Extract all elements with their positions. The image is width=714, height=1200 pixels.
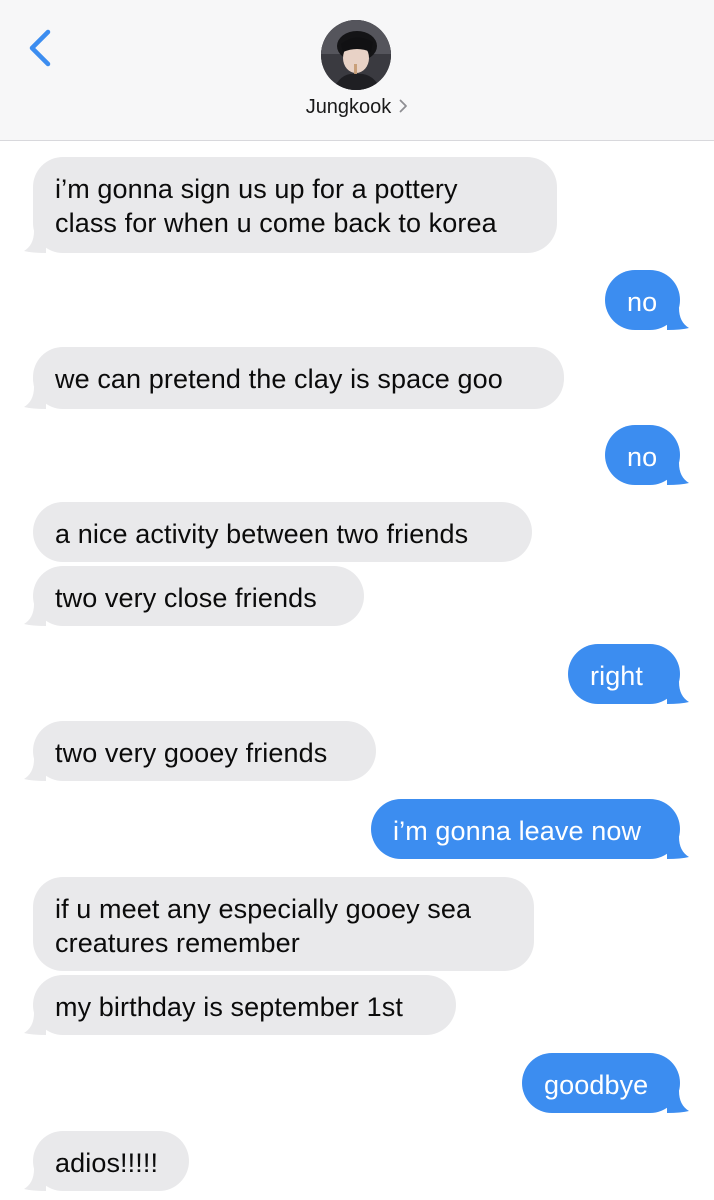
message-bubble-outgoing[interactable]: right: [568, 644, 689, 704]
message-text-line: creatures remember: [55, 928, 300, 958]
bubble-tail: [667, 463, 689, 485]
message-bubble-incoming[interactable]: adios!!!!!: [24, 1131, 189, 1191]
message-bubble-incoming[interactable]: my birthday is september 1st: [24, 975, 456, 1035]
message-text-line: we can pretend the clay is space goo: [55, 364, 503, 394]
message-bubble-incoming[interactable]: two very gooey friends: [24, 721, 376, 781]
message-bubble-incoming[interactable]: i’m gonna sign us up for a pottery class…: [24, 157, 557, 253]
message-text-line: if u meet any especially gooey sea: [55, 894, 472, 924]
message-text-line: class for when u come back to korea: [55, 208, 497, 238]
message-text-line: goodbye: [544, 1070, 649, 1100]
contact-name: Jungkook: [305, 96, 392, 118]
message-text-line: right: [590, 661, 644, 691]
contact-name-button[interactable]: Jungkook: [0, 96, 714, 119]
bubble-tail: [24, 1013, 46, 1035]
message-bubble-outgoing[interactable]: goodbye: [522, 1053, 689, 1113]
bubble-tail: [24, 387, 46, 409]
bubble-tail: [667, 1091, 689, 1113]
chevron-left-icon: [29, 29, 51, 67]
message-text-line: no: [627, 442, 658, 472]
contact-avatar[interactable]: [321, 20, 391, 90]
message-text-line: no: [627, 287, 658, 317]
back-button[interactable]: [22, 26, 62, 70]
message-text-line: two very gooey friends: [55, 738, 328, 768]
message-bubble-incoming[interactable]: we can pretend the clay is space goo: [24, 347, 564, 409]
message-text-line: a nice activity between two friends: [55, 519, 469, 549]
bubble-tail: [24, 231, 46, 253]
message-bubble-incoming[interactable]: a nice activity between two friends: [33, 502, 532, 562]
message-text-line: i’m gonna leave now: [393, 816, 642, 846]
message-text-line: two very close friends: [55, 583, 317, 613]
bubble-tail: [667, 837, 689, 859]
conversation-header: Jungkook: [0, 0, 714, 141]
bubble-tail: [24, 1169, 46, 1191]
bubble-tail: [667, 682, 689, 704]
message-text-line: adios!!!!!: [55, 1148, 159, 1178]
message-bubble-outgoing[interactable]: i’m gonna leave now: [371, 799, 689, 859]
avatar-photo: [321, 20, 391, 90]
bubble-tail: [24, 604, 46, 626]
chevron-right-icon: [399, 96, 408, 119]
message-bubble-outgoing[interactable]: no: [605, 425, 689, 485]
message-text-line: i’m gonna sign us up for a pottery: [55, 174, 458, 204]
message-bubble-incoming[interactable]: two very close friends: [24, 566, 364, 626]
message-text-line: my birthday is september 1st: [55, 992, 403, 1022]
bubble-tail: [24, 759, 46, 781]
bubble-tail: [667, 308, 689, 330]
message-bubble-incoming[interactable]: if u meet any especially gooey sea creat…: [33, 877, 534, 971]
message-thread[interactable]: i’m gonna sign us up for a pottery class…: [0, 141, 714, 1200]
message-bubble-outgoing[interactable]: no: [605, 270, 689, 330]
